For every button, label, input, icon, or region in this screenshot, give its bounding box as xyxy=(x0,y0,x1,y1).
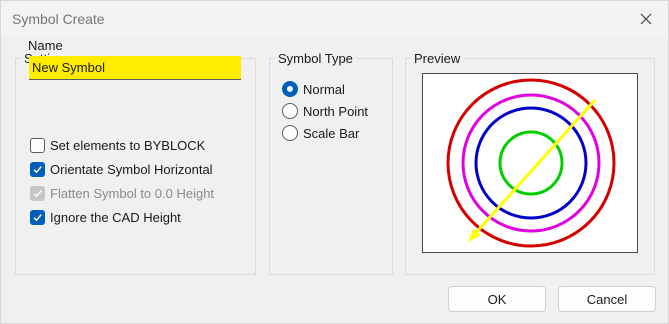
checkmark-icon xyxy=(33,213,42,221)
preview-inner-circle xyxy=(498,130,564,196)
type-normal-radio-row[interactable]: Normal xyxy=(282,80,345,98)
symbol-type-group-label: Symbol Type xyxy=(278,51,353,66)
type-north-point-radio-row[interactable]: North Point xyxy=(282,102,368,120)
type-scale-bar-radio-row[interactable]: Scale Bar xyxy=(282,124,359,142)
checkmark-icon xyxy=(33,189,42,197)
type-north-point-label: North Point xyxy=(303,103,369,119)
preview-third-circle xyxy=(474,106,588,220)
checkmark-icon xyxy=(33,165,42,173)
orientate-horizontal-checkbox-label: Orientate Symbol Horizontal xyxy=(50,161,213,177)
byblock-checkbox[interactable] xyxy=(30,137,45,153)
flatten-height-checkbox-label: Flatten Symbol to 0.0 Height xyxy=(50,185,215,201)
cancel-button[interactable]: Cancel xyxy=(558,286,656,312)
preview-group-label: Preview xyxy=(414,51,461,66)
type-normal-label: Normal xyxy=(303,81,345,97)
byblock-checkbox-row[interactable]: Set elements to BYBLOCK xyxy=(30,136,205,154)
preview-canvas xyxy=(422,73,638,253)
close-button[interactable] xyxy=(624,1,668,37)
type-scale-bar-radio[interactable] xyxy=(282,125,298,141)
type-north-point-radio[interactable] xyxy=(282,103,298,119)
name-input[interactable] xyxy=(29,56,241,80)
preview-arrow-line xyxy=(471,98,597,238)
title-bar: Symbol Create xyxy=(1,1,668,37)
orientate-horizontal-checkbox[interactable] xyxy=(30,161,45,177)
orientate-horizontal-checkbox-row[interactable]: Orientate Symbol Horizontal xyxy=(30,160,213,178)
window-title: Symbol Create xyxy=(12,11,105,27)
byblock-checkbox-label: Set elements to BYBLOCK xyxy=(50,137,206,153)
ignore-cad-height-checkbox-label: Ignore the CAD Height xyxy=(50,209,181,225)
flatten-height-checkbox xyxy=(30,185,45,201)
ignore-cad-height-checkbox-row[interactable]: Ignore the CAD Height xyxy=(30,208,181,226)
ignore-cad-height-checkbox[interactable] xyxy=(30,209,45,225)
name-label: Name xyxy=(28,38,63,53)
type-normal-radio[interactable] xyxy=(282,81,298,97)
flatten-height-checkbox-row: Flatten Symbol to 0.0 Height xyxy=(30,184,214,202)
ok-button[interactable]: OK xyxy=(448,286,546,312)
symbol-create-dialog: Symbol Create Settings Symbol Type Previ… xyxy=(0,0,669,324)
close-icon xyxy=(640,13,652,25)
preview-second-circle xyxy=(461,93,601,233)
type-scale-bar-label: Scale Bar xyxy=(303,125,360,141)
symbol-preview-image xyxy=(446,78,616,248)
